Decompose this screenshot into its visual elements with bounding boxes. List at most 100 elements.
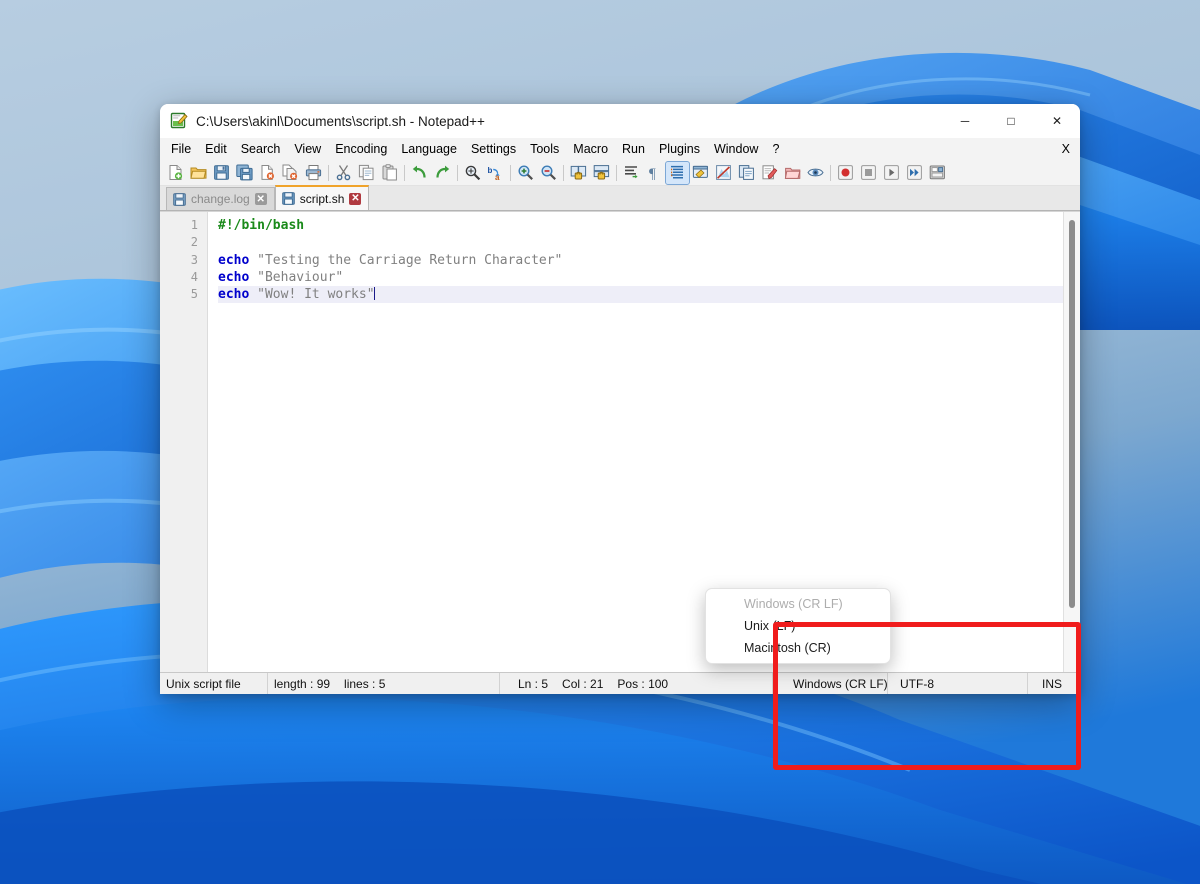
- string-literal: "Behaviour": [257, 269, 344, 285]
- eol-format-context-menu: Windows (CR LF) Unix (LF) Macintosh (CR): [705, 588, 891, 664]
- maximize-button[interactable]: □: [988, 104, 1034, 138]
- tab-change-log[interactable]: change.log ✕: [166, 187, 275, 210]
- status-insert-mode[interactable]: INS: [1028, 673, 1080, 695]
- status-length-lines: length : 99 lines : 5: [268, 672, 500, 694]
- line-number-gutter: 1 2 3 4 5: [160, 212, 208, 672]
- menu-encoding[interactable]: Encoding: [328, 140, 394, 158]
- status-lines: lines : 5: [344, 676, 386, 691]
- run-macro-multiple-icon[interactable]: [903, 162, 926, 184]
- line-number: 3: [190, 252, 198, 267]
- menu-view[interactable]: View: [287, 140, 328, 158]
- menu-tools[interactable]: Tools: [523, 140, 566, 158]
- line-number: 1: [190, 218, 198, 232]
- tab-label: script.sh: [299, 191, 345, 206]
- save-file-icon: [281, 192, 295, 205]
- status-caret-position: Ln : 5 Col : 21 Pos : 100: [500, 672, 773, 694]
- vertical-scrollbar[interactable]: [1063, 212, 1080, 672]
- keyword-echo: echo: [218, 269, 250, 285]
- sync-vertical-scroll-icon[interactable]: [567, 162, 590, 184]
- find-icon[interactable]: [461, 162, 484, 184]
- status-eol-format[interactable]: Windows (CR LF): [773, 672, 888, 694]
- toolbar-separator: [613, 164, 620, 182]
- document-tab-bar: change.log ✕ script.sh ✕: [160, 185, 1080, 211]
- save-macro-icon[interactable]: [926, 162, 949, 184]
- code-line-3: echo "Testing the Carriage Return Charac…: [218, 252, 1080, 269]
- menu-settings[interactable]: Settings: [464, 140, 523, 158]
- menu-run[interactable]: Run: [615, 140, 652, 158]
- sync-horizontal-scroll-icon[interactable]: [590, 162, 613, 184]
- tab-close-icon[interactable]: ✕: [349, 192, 362, 205]
- toolbar-separator: [454, 164, 461, 182]
- editor-area: 1 2 3 4 5 #!/bin/bash echo "Testing the …: [160, 211, 1080, 672]
- vertical-scrollbar-thumb[interactable]: [1069, 220, 1075, 608]
- tab-label: change.log: [191, 192, 250, 206]
- status-ln: Ln : 5: [518, 676, 549, 691]
- menu-file[interactable]: File: [164, 140, 198, 158]
- code-line-4: echo "Behaviour": [218, 269, 1080, 286]
- function-list-icon[interactable]: [735, 162, 758, 184]
- eol-option-windows: Windows (CR LF): [744, 597, 843, 611]
- save-icon[interactable]: [210, 162, 233, 184]
- print-icon[interactable]: [302, 162, 325, 184]
- save-all-icon[interactable]: [233, 162, 256, 184]
- play-macro-icon[interactable]: [880, 162, 903, 184]
- tab-script-sh[interactable]: script.sh ✕: [274, 185, 370, 210]
- toolbar-separator: [507, 164, 514, 182]
- text-caret: [373, 287, 375, 301]
- close-document-button[interactable]: X: [1062, 142, 1070, 156]
- notepad-plus-plus-icon: [170, 112, 188, 130]
- zoom-out-icon[interactable]: [537, 162, 560, 184]
- status-bar: Unix script file length : 99 lines : 5 L…: [160, 672, 1080, 694]
- menu-language[interactable]: Language: [394, 140, 464, 158]
- menu-search[interactable]: Search: [234, 140, 288, 158]
- undo-icon[interactable]: [408, 162, 431, 184]
- redo-icon[interactable]: [431, 162, 454, 184]
- svg-text:a: a: [495, 173, 500, 181]
- zoom-in-icon[interactable]: [514, 162, 537, 184]
- keyword-echo: echo: [218, 287, 250, 303]
- svg-text:b: b: [488, 166, 493, 175]
- toolbar: b a ¶: [160, 160, 1080, 186]
- close-file-icon[interactable]: [256, 162, 279, 184]
- minimize-button[interactable]: ─: [942, 104, 988, 138]
- window-controls: ─ □ ✕: [942, 104, 1080, 138]
- menu-edit[interactable]: Edit: [198, 140, 234, 158]
- status-file-type: Unix script file: [160, 672, 268, 694]
- eol-option-unix[interactable]: Unix (LF): [706, 615, 890, 637]
- menu-plugins[interactable]: Plugins: [652, 140, 707, 158]
- document-map-icon[interactable]: [712, 162, 735, 184]
- stop-macro-icon[interactable]: [857, 162, 880, 184]
- menu-bar: File Edit Search View Encoding Language …: [160, 138, 1080, 160]
- folder-as-workspace-icon[interactable]: [758, 162, 781, 184]
- string-literal: "Wow! It works": [257, 287, 375, 303]
- title-bar[interactable]: C:\Users\akinl\Documents\script.sh - Not…: [160, 104, 1080, 138]
- user-defined-dialog-icon[interactable]: [689, 162, 712, 184]
- close-button[interactable]: ✕: [1034, 104, 1080, 138]
- copy-icon[interactable]: [355, 162, 378, 184]
- status-encoding[interactable]: UTF-8: [888, 672, 1028, 694]
- show-all-characters-icon[interactable]: ¶: [643, 162, 666, 184]
- new-file-icon[interactable]: [164, 162, 187, 184]
- close-all-files-icon[interactable]: [279, 162, 302, 184]
- record-macro-icon[interactable]: [834, 162, 857, 184]
- toolbar-separator: [560, 164, 567, 182]
- menu-help[interactable]: ?: [765, 140, 786, 158]
- open-file-icon[interactable]: [187, 162, 210, 184]
- monitoring-icon[interactable]: [781, 162, 804, 184]
- eol-option-macintosh[interactable]: Macintosh (CR): [706, 637, 890, 659]
- status-length: length : 99: [274, 676, 331, 691]
- preview-icon[interactable]: [804, 162, 827, 184]
- menu-macro[interactable]: Macro: [566, 140, 615, 158]
- indent-guide-icon[interactable]: [665, 160, 690, 185]
- word-wrap-icon[interactable]: [620, 162, 643, 184]
- cut-icon[interactable]: [332, 162, 355, 184]
- code-text-area[interactable]: #!/bin/bash echo "Testing the Carriage R…: [208, 212, 1080, 672]
- toolbar-separator: [827, 164, 834, 182]
- menu-window[interactable]: Window: [707, 140, 765, 158]
- svg-text:¶: ¶: [649, 166, 656, 181]
- tab-close-icon[interactable]: ✕: [254, 193, 267, 205]
- window-title: C:\Users\akinl\Documents\script.sh - Not…: [196, 113, 485, 129]
- replace-icon[interactable]: b a: [484, 162, 507, 184]
- paste-icon[interactable]: [378, 162, 401, 184]
